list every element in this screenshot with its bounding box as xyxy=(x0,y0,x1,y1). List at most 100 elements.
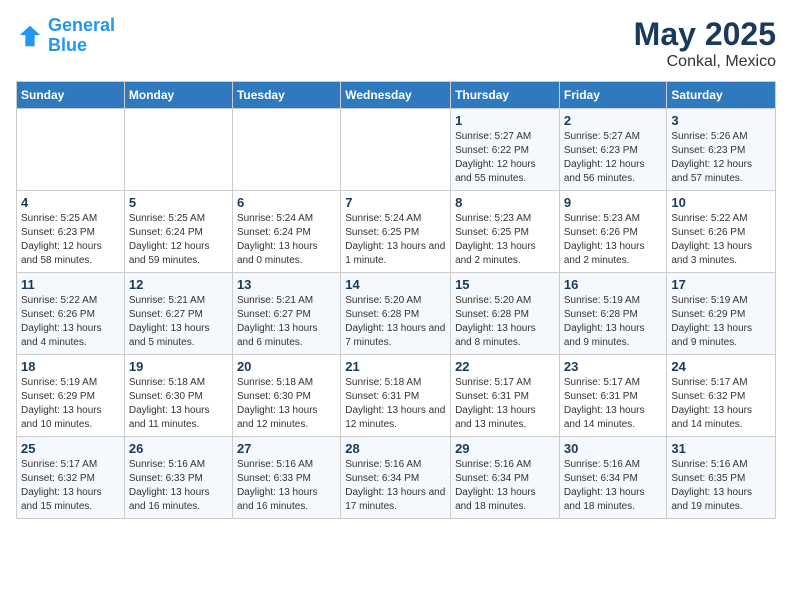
day-info: Sunrise: 5:25 AM Sunset: 6:24 PM Dayligh… xyxy=(129,212,228,268)
table-row xyxy=(17,109,125,191)
table-row: 10Sunrise: 5:22 AM Sunset: 6:26 PM Dayli… xyxy=(667,191,776,273)
table-row: 8Sunrise: 5:23 AM Sunset: 6:25 PM Daylig… xyxy=(451,191,560,273)
table-row: 20Sunrise: 5:18 AM Sunset: 6:30 PM Dayli… xyxy=(232,355,340,437)
table-row: 12 Sunrise: 5:21 AM Sunset: 6:27 PM Dayli… xyxy=(124,273,232,355)
day-info: Sunrise: 5:27 AM Sunset: 6:23 PM Dayligh… xyxy=(564,130,663,186)
day-info: Sunrise: 5:26 AM Sunset: 6:23 PM Dayligh… xyxy=(671,130,771,186)
day-number: 6 xyxy=(237,195,336,210)
table-row: 30 Sunrise: 5:16 AM Sunset: 6:34 PM Dayli… xyxy=(559,437,667,519)
day-number: 21 xyxy=(345,359,446,374)
table-row xyxy=(124,109,232,191)
day-info: Sunrise: 5:24 AM Sunset: 6:24 PM Dayligh… xyxy=(237,212,336,268)
day-info: Sunrise: 5:16 AM Sunset: 6:33 PM Dayligh… xyxy=(129,458,228,514)
day-number: 13 xyxy=(237,277,336,292)
day-number: 27 xyxy=(237,441,336,456)
day-info: Sunrise: 5:17 AM Sunset: 6:31 PM Dayligh… xyxy=(564,376,663,432)
header-tuesday: Tuesday xyxy=(232,82,340,109)
day-number: 25 xyxy=(21,441,120,456)
day-info: Sunrise: 5:21 AM Sunset: 6:27 PM Dayligh… xyxy=(129,294,228,350)
header-wednesday: Wednesday xyxy=(341,82,451,109)
weekday-header-row: Sunday Monday Tuesday Wednesday Thursday… xyxy=(17,82,776,109)
day-info: Sunrise: 5:17 AM Sunset: 6:32 PM Dayligh… xyxy=(671,376,771,432)
day-info: Sunrise: 5:16 AM Sunset: 6:34 PM Dayligh… xyxy=(455,458,555,514)
day-info: Sunrise: 5:18 AM Sunset: 6:30 PM Dayligh… xyxy=(237,376,336,432)
table-row: 23 Sunrise: 5:17 AM Sunset: 6:31 PM Dayli… xyxy=(559,355,667,437)
table-row: 29 Sunrise: 5:16 AM Sunset: 6:34 PM Dayli… xyxy=(451,437,560,519)
table-row: 17Sunrise: 5:19 AM Sunset: 6:29 PM Dayli… xyxy=(667,273,776,355)
table-row xyxy=(341,109,451,191)
day-info: Sunrise: 5:16 AM Sunset: 6:35 PM Dayligh… xyxy=(671,458,771,514)
table-row: 14 Sunrise: 5:20 AM Sunset: 6:28 PM Dayli… xyxy=(341,273,451,355)
day-number: 23 xyxy=(564,359,663,374)
day-info: Sunrise: 5:27 AM Sunset: 6:22 PM Dayligh… xyxy=(455,130,555,186)
table-row: 16 Sunrise: 5:19 AM Sunset: 6:28 PM Dayli… xyxy=(559,273,667,355)
day-info: Sunrise: 5:17 AM Sunset: 6:31 PM Dayligh… xyxy=(455,376,555,432)
table-row: 28Sunrise: 5:16 AM Sunset: 6:34 PM Dayli… xyxy=(341,437,451,519)
day-info: Sunrise: 5:17 AM Sunset: 6:32 PM Dayligh… xyxy=(21,458,120,514)
day-info: Sunrise: 5:16 AM Sunset: 6:34 PM Dayligh… xyxy=(564,458,663,514)
day-info: Sunrise: 5:20 AM Sunset: 6:28 PM Dayligh… xyxy=(345,294,446,350)
table-row: 6 Sunrise: 5:24 AM Sunset: 6:24 PM Daylig… xyxy=(232,191,340,273)
table-row: 26 Sunrise: 5:16 AM Sunset: 6:33 PM Dayli… xyxy=(124,437,232,519)
logo: General Blue xyxy=(16,16,115,56)
day-number: 31 xyxy=(671,441,771,456)
day-number: 4 xyxy=(21,195,120,210)
day-info: Sunrise: 5:24 AM Sunset: 6:25 PM Dayligh… xyxy=(345,212,446,268)
table-row: 1 Sunrise: 5:27 AM Sunset: 6:22 PM Daylig… xyxy=(451,109,560,191)
day-number: 18 xyxy=(21,359,120,374)
day-number: 30 xyxy=(564,441,663,456)
table-row: 18Sunrise: 5:19 AM Sunset: 6:29 PM Dayli… xyxy=(17,355,125,437)
table-row: 25 Sunrise: 5:17 AM Sunset: 6:32 PM Dayli… xyxy=(17,437,125,519)
logo-icon xyxy=(16,22,44,50)
day-info: Sunrise: 5:25 AM Sunset: 6:23 PM Dayligh… xyxy=(21,212,120,268)
logo-general: General xyxy=(48,15,115,35)
table-row: 24 Sunrise: 5:17 AM Sunset: 6:32 PM Dayli… xyxy=(667,355,776,437)
day-number: 8 xyxy=(455,195,555,210)
table-row: 2 Sunrise: 5:27 AM Sunset: 6:23 PM Daylig… xyxy=(559,109,667,191)
day-number: 1 xyxy=(455,113,555,128)
day-number: 5 xyxy=(129,195,228,210)
header-thursday: Thursday xyxy=(451,82,560,109)
day-number: 14 xyxy=(345,277,446,292)
page-header: General Blue May 2025 Conkal, Mexico xyxy=(16,16,776,71)
day-info: Sunrise: 5:19 AM Sunset: 6:28 PM Dayligh… xyxy=(564,294,663,350)
calendar-week-row: 1 Sunrise: 5:27 AM Sunset: 6:22 PM Daylig… xyxy=(17,109,776,191)
day-number: 11 xyxy=(21,277,120,292)
calendar-week-row: 11 Sunrise: 5:22 AM Sunset: 6:26 PM Dayli… xyxy=(17,273,776,355)
title-block: May 2025 Conkal, Mexico xyxy=(634,16,776,71)
table-row: 27 Sunrise: 5:16 AM Sunset: 6:33 PM Dayli… xyxy=(232,437,340,519)
day-info: Sunrise: 5:21 AM Sunset: 6:27 PM Dayligh… xyxy=(237,294,336,350)
day-number: 16 xyxy=(564,277,663,292)
day-number: 19 xyxy=(129,359,228,374)
day-info: Sunrise: 5:22 AM Sunset: 6:26 PM Dayligh… xyxy=(671,212,771,268)
calendar-week-row: 18Sunrise: 5:19 AM Sunset: 6:29 PM Dayli… xyxy=(17,355,776,437)
day-number: 22 xyxy=(455,359,555,374)
header-saturday: Saturday xyxy=(667,82,776,109)
day-number: 15 xyxy=(455,277,555,292)
table-row: 7 Sunrise: 5:24 AM Sunset: 6:25 PM Daylig… xyxy=(341,191,451,273)
day-info: Sunrise: 5:16 AM Sunset: 6:33 PM Dayligh… xyxy=(237,458,336,514)
table-row xyxy=(232,109,340,191)
table-row: 21 Sunrise: 5:18 AM Sunset: 6:31 PM Dayli… xyxy=(341,355,451,437)
day-number: 9 xyxy=(564,195,663,210)
calendar-week-row: 25 Sunrise: 5:17 AM Sunset: 6:32 PM Dayli… xyxy=(17,437,776,519)
table-row: 22 Sunrise: 5:17 AM Sunset: 6:31 PM Dayli… xyxy=(451,355,560,437)
day-number: 24 xyxy=(671,359,771,374)
table-row: 31 Sunrise: 5:16 AM Sunset: 6:35 PM Dayli… xyxy=(667,437,776,519)
day-info: Sunrise: 5:23 AM Sunset: 6:26 PM Dayligh… xyxy=(564,212,663,268)
day-number: 26 xyxy=(129,441,228,456)
day-number: 7 xyxy=(345,195,446,210)
table-row: 19Sunrise: 5:18 AM Sunset: 6:30 PM Dayli… xyxy=(124,355,232,437)
calendar-week-row: 4 Sunrise: 5:25 AM Sunset: 6:23 PM Daylig… xyxy=(17,191,776,273)
day-number: 12 xyxy=(129,277,228,292)
day-number: 2 xyxy=(564,113,663,128)
header-friday: Friday xyxy=(559,82,667,109)
logo-blue: Blue xyxy=(48,35,87,55)
logo-text: General Blue xyxy=(48,16,115,56)
table-row: 5 Sunrise: 5:25 AM Sunset: 6:24 PM Daylig… xyxy=(124,191,232,273)
day-info: Sunrise: 5:18 AM Sunset: 6:31 PM Dayligh… xyxy=(345,376,446,432)
day-number: 29 xyxy=(455,441,555,456)
day-number: 17 xyxy=(671,277,771,292)
day-info: Sunrise: 5:22 AM Sunset: 6:26 PM Dayligh… xyxy=(21,294,120,350)
calendar-table: Sunday Monday Tuesday Wednesday Thursday… xyxy=(16,81,776,519)
